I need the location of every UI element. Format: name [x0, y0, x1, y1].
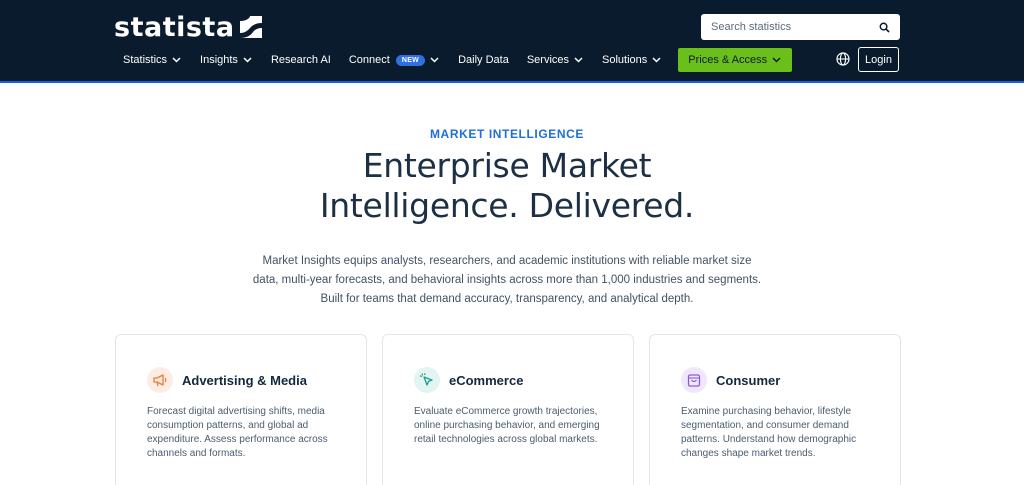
chevron-down-icon: [772, 55, 782, 65]
hero-title-line-1: Enterprise Market: [362, 146, 652, 185]
chevron-down-icon: [430, 55, 440, 65]
nav-insights[interactable]: Insights: [191, 48, 262, 72]
search-icon[interactable]: [878, 21, 890, 33]
logo-text: statista: [114, 11, 235, 43]
nav-label: Solutions: [602, 54, 648, 66]
hero-title-line-2: Intelligence. Delivered.: [319, 186, 695, 225]
logo-mark-icon: [239, 16, 262, 38]
top-navigation-bar: statista Statistics Insights Research AI: [0, 0, 1024, 81]
nav-services[interactable]: Services: [518, 48, 593, 72]
globe-language-icon[interactable]: [835, 51, 851, 67]
card-description: Evaluate eCommerce growth trajectories, …: [414, 406, 600, 445]
card-title: Advertising & Media: [182, 373, 307, 388]
main-nav: Statistics Insights Research AI Connect …: [114, 48, 793, 72]
hero-title: Enterprise Market Intelligence. Delivere…: [0, 146, 1014, 226]
chevron-down-icon: [243, 55, 253, 65]
nav-solutions[interactable]: Solutions: [593, 48, 671, 72]
search-bar[interactable]: [701, 14, 900, 40]
chevron-down-icon: [652, 55, 662, 65]
nav-label: Prices & Access: [688, 54, 768, 66]
card-description: Forecast digital advertising shifts, med…: [147, 406, 328, 459]
nav-label: Daily Data: [458, 54, 509, 66]
login-button[interactable]: Login: [858, 47, 899, 72]
nav-label: Research AI: [270, 54, 331, 66]
cursor-click-icon: [414, 367, 440, 393]
card-title: Consumer: [716, 373, 781, 388]
card-consumer[interactable]: Consumer Examine purchasing behavior, li…: [649, 334, 901, 485]
shopping-bag-icon: [681, 367, 707, 393]
nav-research-ai[interactable]: Research AI: [262, 48, 340, 72]
megaphone-icon: [147, 367, 173, 393]
hero-description: Market Insights equips analysts, researc…: [252, 255, 762, 305]
nav-label: Connect: [348, 54, 390, 66]
new-badge: NEW: [395, 54, 426, 66]
nav-label: Services: [526, 54, 570, 66]
hero-eyebrow: MARKET INTELLIGENCE: [429, 127, 585, 141]
nav-prices-access-button[interactable]: Prices & Access: [678, 48, 793, 72]
nav-label: Insights: [200, 54, 238, 66]
card-description: Examine purchasing behavior, lifestyle s…: [681, 406, 857, 459]
chevron-down-icon: [574, 55, 584, 65]
card-advertising-media[interactable]: Advertising & Media Forecast digital adv…: [115, 334, 367, 485]
statista-logo[interactable]: statista: [114, 11, 262, 43]
card-ecommerce[interactable]: eCommerce Evaluate eCommerce growth traj…: [382, 334, 634, 485]
nav-connect[interactable]: Connect NEW: [340, 48, 449, 72]
nav-label: Statistics: [123, 54, 168, 66]
nav-daily-data[interactable]: Daily Data: [449, 48, 518, 72]
card-title: eCommerce: [449, 373, 524, 388]
header-accent-line: [0, 81, 1024, 83]
search-input[interactable]: [711, 21, 878, 33]
nav-statistics[interactable]: Statistics: [114, 48, 191, 72]
chevron-down-icon: [172, 55, 182, 65]
